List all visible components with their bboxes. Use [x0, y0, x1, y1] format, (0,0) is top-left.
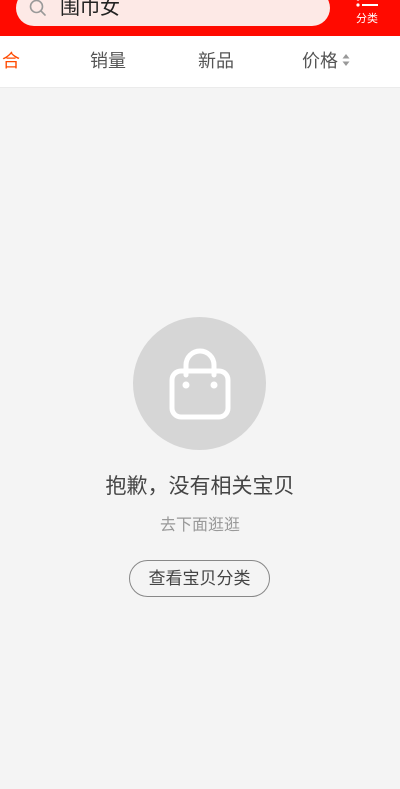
tab-price[interactable]: 价格: [302, 36, 350, 88]
tab-sales-label: 销量: [90, 51, 126, 72]
sort-tabs: 合 销量 新品 价格: [0, 36, 400, 88]
tab-new-label: 新品: [198, 51, 234, 72]
tab-composite[interactable]: 合: [2, 36, 20, 88]
category-button[interactable]: 分类: [350, 0, 384, 36]
shopping-bag-icon: [169, 348, 231, 420]
sort-updown-icon: [342, 54, 350, 66]
empty-state-subtitle: 去下面逛逛: [159, 515, 240, 534]
search-input[interactable]: 围巾女: [16, 0, 330, 26]
tab-sales[interactable]: 销量: [90, 36, 126, 88]
tab-price-label: 价格: [302, 51, 338, 72]
top-header: 围巾女 分类: [0, 0, 400, 36]
search-icon: [29, 0, 46, 16]
empty-state-illustration: [133, 317, 266, 450]
search-query-text: 围巾女: [60, 0, 120, 19]
tab-new[interactable]: 新品: [198, 36, 234, 88]
list-menu-icon: [356, 0, 378, 7]
empty-state-title: 抱歉，没有相关宝贝: [105, 474, 295, 498]
category-label: 分类: [356, 12, 378, 25]
view-categories-button[interactable]: 查看宝贝分类: [129, 560, 270, 597]
tab-composite-label: 合: [2, 51, 20, 72]
